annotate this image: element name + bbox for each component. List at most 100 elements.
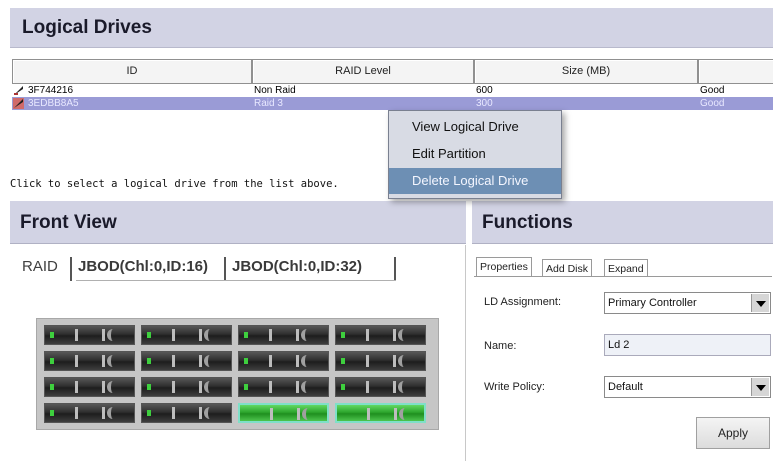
bay-handle-icon (301, 381, 317, 393)
status-led-icon (50, 384, 54, 390)
tab-underline (474, 276, 772, 277)
bay-handle-icon (107, 355, 123, 367)
row-id: 3F744216 (28, 85, 74, 96)
drive-bay[interactable] (141, 325, 232, 345)
selection-hint: Click to select a logical drive from the… (10, 178, 339, 190)
write-policy-select[interactable]: Default (604, 376, 771, 398)
drive-wrench-icon (14, 86, 23, 95)
functions-panel: Functions (472, 201, 773, 244)
bay-handle-icon (301, 329, 317, 341)
table-row-selected[interactable]: 3EDBB8A5 Raid 3 300 Good (12, 97, 773, 110)
row-id: 3EDBB8A5 (28, 98, 79, 109)
name-field[interactable]: Ld 2 (604, 334, 771, 356)
bay-latch-icon (269, 355, 299, 367)
column-header-id[interactable]: ID (12, 59, 252, 84)
bay-handle-icon (398, 381, 414, 393)
drive-bay[interactable] (335, 325, 426, 345)
bay-latch-icon (172, 407, 202, 419)
bay-handle-icon (398, 355, 414, 367)
status-led-icon (50, 332, 54, 338)
tab-underline (76, 280, 396, 281)
bay-latch-icon (75, 381, 105, 393)
drive-bay[interactable] (238, 403, 329, 423)
bay-latch-icon (172, 381, 202, 393)
chevron-down-icon[interactable] (751, 378, 769, 396)
context-menu: View Logical Drive Edit Partition Delete… (388, 110, 562, 199)
row-raid-level: Raid 3 (254, 98, 283, 109)
bay-handle-icon (204, 407, 220, 419)
name-label: Name: (484, 340, 517, 352)
front-view-panel: Front View (10, 201, 466, 244)
status-led-icon (244, 384, 248, 390)
logical-drives-title: Logical Drives (22, 17, 152, 38)
front-view-title: Front View (20, 212, 117, 233)
drive-bay[interactable] (141, 377, 232, 397)
table-header: ID RAID Level Size (MB) (12, 59, 773, 84)
drive-wrench-icon (13, 98, 24, 109)
row-size: 600 (476, 85, 493, 96)
status-led-icon (244, 332, 248, 338)
menu-item-view-logical-drive[interactable]: View Logical Drive (389, 114, 561, 140)
menu-item-edit-partition[interactable]: Edit Partition (389, 141, 561, 167)
tab-divider (394, 257, 396, 281)
bay-handle-icon (399, 408, 415, 420)
column-header-raid-level[interactable]: RAID Level (252, 59, 474, 84)
bay-handle-icon (302, 408, 318, 420)
ld-assignment-select[interactable]: Primary Controller (604, 292, 771, 314)
drive-bay[interactable] (335, 351, 426, 371)
column-header-size[interactable]: Size (MB) (474, 59, 698, 84)
status-led-icon (341, 384, 345, 390)
drive-enclosure (36, 318, 439, 430)
drive-bay[interactable] (44, 351, 135, 371)
status-led-icon (147, 410, 151, 416)
drive-bay[interactable] (44, 377, 135, 397)
bay-latch-icon (367, 408, 397, 420)
tab-add-disk[interactable]: Add Disk (542, 259, 593, 277)
bay-latch-icon (75, 355, 105, 367)
drive-bay[interactable] (238, 325, 329, 345)
status-led-icon (147, 332, 151, 338)
tab-properties[interactable]: Properties (476, 257, 532, 277)
drive-bay[interactable] (238, 377, 329, 397)
column-header-status[interactable] (698, 59, 773, 84)
apply-button[interactable]: Apply (696, 417, 770, 449)
drive-bay[interactable] (141, 351, 232, 371)
drive-bay[interactable] (141, 403, 232, 423)
tab-jbod-32[interactable]: JBOD(Chl:0,ID:32) (228, 255, 366, 281)
bay-latch-icon (172, 355, 202, 367)
bay-latch-icon (269, 329, 299, 341)
bay-handle-icon (398, 329, 414, 341)
bay-latch-icon (75, 329, 105, 341)
tab-divider (70, 257, 72, 281)
drive-bay[interactable] (238, 351, 329, 371)
row-raid-level: Non Raid (254, 85, 296, 96)
tab-raid[interactable]: RAID (18, 255, 62, 281)
bay-latch-icon (172, 329, 202, 341)
drive-bay[interactable] (44, 403, 135, 423)
table-row[interactable]: 3F744216 Non Raid 600 Good (12, 84, 773, 97)
tab-expand[interactable]: Expand (604, 259, 648, 277)
status-led-icon (244, 358, 248, 364)
logical-drives-table: ID RAID Level Size (MB) 3F744216 Non Rai… (12, 59, 773, 110)
functions-header: Functions (472, 201, 773, 244)
drive-bay[interactable] (44, 325, 135, 345)
chevron-down-icon[interactable] (751, 294, 769, 312)
logical-drives-header: Logical Drives (10, 8, 773, 48)
row-status: Good (700, 98, 725, 109)
functions-title: Functions (482, 212, 573, 233)
functions-body: Properties Add Disk Expand LD Assignment… (472, 245, 773, 461)
write-policy-value: Default (608, 381, 643, 393)
menu-item-delete-logical-drive[interactable]: Delete Logical Drive (389, 168, 561, 194)
bay-latch-icon (270, 408, 300, 420)
write-policy-label: Write Policy: (484, 381, 545, 393)
bay-handle-icon (204, 329, 220, 341)
drive-bay[interactable] (335, 403, 426, 423)
bay-latch-icon (366, 381, 396, 393)
status-led-icon (50, 410, 54, 416)
tab-jbod-16[interactable]: JBOD(Chl:0,ID:16) (74, 255, 212, 281)
bay-latch-icon (366, 355, 396, 367)
row-status: Good (700, 85, 725, 96)
bay-handle-icon (107, 407, 123, 419)
ld-assignment-label: LD Assignment: (484, 296, 562, 308)
drive-bay[interactable] (335, 377, 426, 397)
